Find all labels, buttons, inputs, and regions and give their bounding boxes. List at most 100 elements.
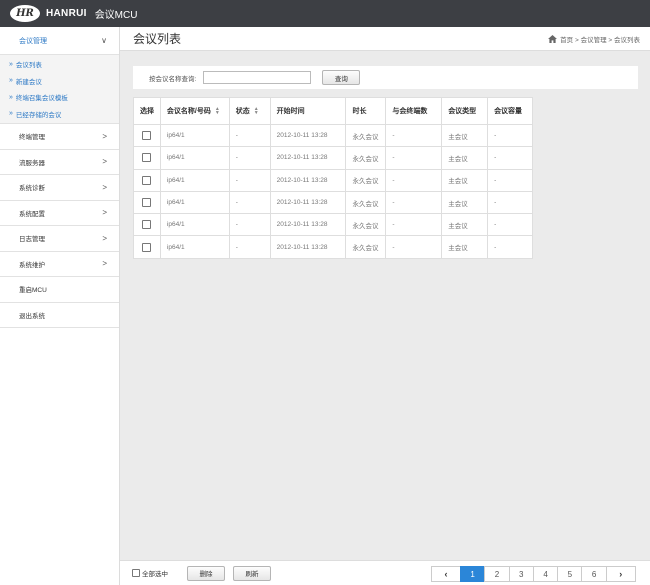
cell-meeting-type: 主会议 xyxy=(441,235,489,259)
row-checkbox[interactable] xyxy=(142,175,152,185)
sidebar-group-label: 会议管理 xyxy=(19,37,47,45)
sidebar-item-terminal-management[interactable]: 终端管理 > xyxy=(0,124,119,150)
sidebar-subitem-stored-meetings[interactable]: » 已经存储的会议 xyxy=(0,106,119,123)
sidebar-subitem-new-meeting[interactable]: » 新建会议 xyxy=(0,73,119,90)
sidebar: 会议管理 ∨ » 会议列表 » 新建会议 » 终端召集会议模板 » 已经存储的会议 终端… xyxy=(0,27,120,585)
sidebar-item-label: 系统维护 xyxy=(19,261,45,269)
prev-page-button[interactable]: ‹ xyxy=(431,566,461,582)
table-row: ip64/1 - 2012-10-11 13:28 永久会议 - 主会议 - xyxy=(133,235,533,259)
row-checkbox[interactable] xyxy=(142,220,152,230)
page-button-6[interactable]: 6 xyxy=(581,566,607,582)
sidebar-subitem-label: 会议列表 xyxy=(15,62,42,70)
cell-meeting-type: 主会议 xyxy=(441,213,489,237)
col-duration: 时长 xyxy=(345,97,387,125)
sidebar-item-log-management[interactable]: 日志管理 > xyxy=(0,226,119,252)
sort-icon[interactable]: ▲ ▼ xyxy=(215,107,220,116)
cell-start-time: 2012-10-11 13:28 xyxy=(269,235,347,259)
sort-icon[interactable]: ▲ ▼ xyxy=(254,107,259,116)
sidebar-subitem-meeting-list[interactable]: » 会议列表 xyxy=(0,56,119,73)
cell-status: - xyxy=(228,123,271,148)
double-chevron-icon: » xyxy=(9,60,13,68)
row-checkbox[interactable] xyxy=(142,131,152,141)
cell-start-time: 2012-10-11 13:28 xyxy=(269,190,347,215)
breadcrumb-text[interactable]: 首页 > 会议管理 > 会议列表 xyxy=(560,34,640,44)
cell-status: - xyxy=(228,213,271,237)
row-select-cell xyxy=(133,213,161,237)
col-select: 选择 xyxy=(133,97,161,125)
meeting-name-search-input[interactable] xyxy=(203,71,312,84)
sidebar-item-restart-mcu[interactable]: 重启MCU xyxy=(0,277,119,303)
search-panel: 按会议名称查询: 查询 xyxy=(133,66,638,89)
brand-name: HANRUI xyxy=(46,8,87,19)
cell-meeting-name: ip64/1 xyxy=(159,190,230,215)
breadcrumb: 首页 > 会议管理 > 会议列表 xyxy=(548,34,640,44)
sidebar-item-label: 退出系统 xyxy=(19,312,45,320)
home-icon xyxy=(548,34,558,43)
cell-meeting-name: ip64/1 xyxy=(159,235,230,259)
cell-start-time: 2012-10-11 13:28 xyxy=(269,146,347,170)
chevron-right-icon: > xyxy=(102,259,107,269)
sidebar-item-label: 终端管理 xyxy=(19,134,45,142)
table-row: ip64/1 - 2012-10-11 13:28 永久会议 - 主会议 - xyxy=(133,190,533,215)
col-meeting-name[interactable]: 会议名称/号码 ▲ ▼ xyxy=(159,97,230,125)
col-status[interactable]: 状态 ▲ ▼ xyxy=(228,97,271,125)
sidebar-subitem-terminal-template[interactable]: » 终端召集会议模板 xyxy=(0,89,119,106)
sidebar-item-label: 系统诊断 xyxy=(19,185,45,193)
cell-capacity: - xyxy=(487,123,533,148)
cell-start-time: 2012-10-11 13:28 xyxy=(269,123,347,148)
sidebar-item-logout[interactable]: 退出系统 xyxy=(0,303,119,328)
cell-start-time: 2012-10-11 13:28 xyxy=(269,213,347,237)
sidebar-subitem-label: 终端召集会议模板 xyxy=(15,95,68,103)
cell-meeting-name: ip64/1 xyxy=(159,146,230,170)
cell-duration: 永久会议 xyxy=(345,213,387,237)
select-all-checkbox[interactable]: 全部选中 xyxy=(132,568,168,578)
search-button[interactable]: 查询 xyxy=(322,70,361,85)
cell-terminal-count: - xyxy=(385,213,443,237)
page-button-3[interactable]: 3 xyxy=(508,566,534,582)
sidebar-item-maintenance[interactable]: 系统维护 > xyxy=(0,252,119,277)
col-label: 会议名称/号码 xyxy=(166,108,211,115)
double-chevron-icon: » xyxy=(9,110,13,118)
sidebar-item-system-config[interactable]: 系统配置 > xyxy=(0,201,119,226)
chevron-right-icon: > xyxy=(102,182,107,192)
row-checkbox[interactable] xyxy=(142,153,152,163)
sidebar-item-stream-server[interactable]: 流服务器 > xyxy=(0,150,119,175)
top-bar: HR HANRUI 会议MCU xyxy=(0,0,650,27)
row-select-cell xyxy=(133,123,161,148)
cell-duration: 永久会议 xyxy=(345,235,387,259)
cell-duration: 永久会议 xyxy=(345,190,387,215)
page-title: 会议列表 xyxy=(133,32,182,46)
row-checkbox[interactable] xyxy=(142,198,152,208)
page-button-1[interactable]: 1 xyxy=(460,566,486,582)
cell-duration: 永久会议 xyxy=(345,146,387,170)
checkbox-box[interactable] xyxy=(132,569,140,577)
page-button-4[interactable]: 4 xyxy=(532,566,559,582)
cell-start-time: 2012-10-11 13:28 xyxy=(269,168,347,192)
page-button-2[interactable]: 2 xyxy=(484,566,510,582)
sidebar-item-diagnostics[interactable]: 系统诊断 > xyxy=(0,175,119,201)
row-select-cell xyxy=(133,190,161,215)
col-terminal-count: 与会终端数 xyxy=(385,97,443,125)
delete-button[interactable]: 删除 xyxy=(187,565,225,581)
row-checkbox[interactable] xyxy=(142,242,152,252)
cell-duration: 永久会议 xyxy=(345,123,387,148)
col-meeting-type: 会议类型 xyxy=(441,97,489,125)
sidebar-item-label: 流服务器 xyxy=(19,159,45,167)
double-chevron-icon: » xyxy=(9,93,13,101)
refresh-button[interactable]: 刷新 xyxy=(233,565,271,581)
cell-meeting-name: ip64/1 xyxy=(159,123,230,148)
logo-monogram: HR xyxy=(16,8,34,19)
page-button-5[interactable]: 5 xyxy=(557,566,583,582)
cell-status: - xyxy=(228,146,271,170)
next-page-button[interactable]: › xyxy=(605,566,636,582)
sidebar-submenu: » 会议列表 » 新建会议 » 终端召集会议模板 » 已经存储的会议 xyxy=(0,55,119,124)
cell-capacity: - xyxy=(487,213,533,237)
meeting-table: 选择 会议名称/号码 ▲ ▼ 状态 ▲ ▼ 开始时间 时长 与会终端数 会议类型 会议容… xyxy=(133,97,533,259)
sidebar-subitem-label: 新建会议 xyxy=(15,78,42,86)
cell-meeting-name: ip64/1 xyxy=(159,168,230,192)
table-row: ip64/1 - 2012-10-11 13:28 永久会议 - 主会议 - xyxy=(133,213,533,237)
row-select-cell xyxy=(133,235,161,259)
cell-meeting-name: ip64/1 xyxy=(159,213,230,237)
sidebar-group-meeting-management[interactable]: 会议管理 ∨ xyxy=(0,27,119,55)
table-header-row: 选择 会议名称/号码 ▲ ▼ 状态 ▲ ▼ 开始时间 时长 与会终端数 会议类型 会议容… xyxy=(133,97,533,125)
